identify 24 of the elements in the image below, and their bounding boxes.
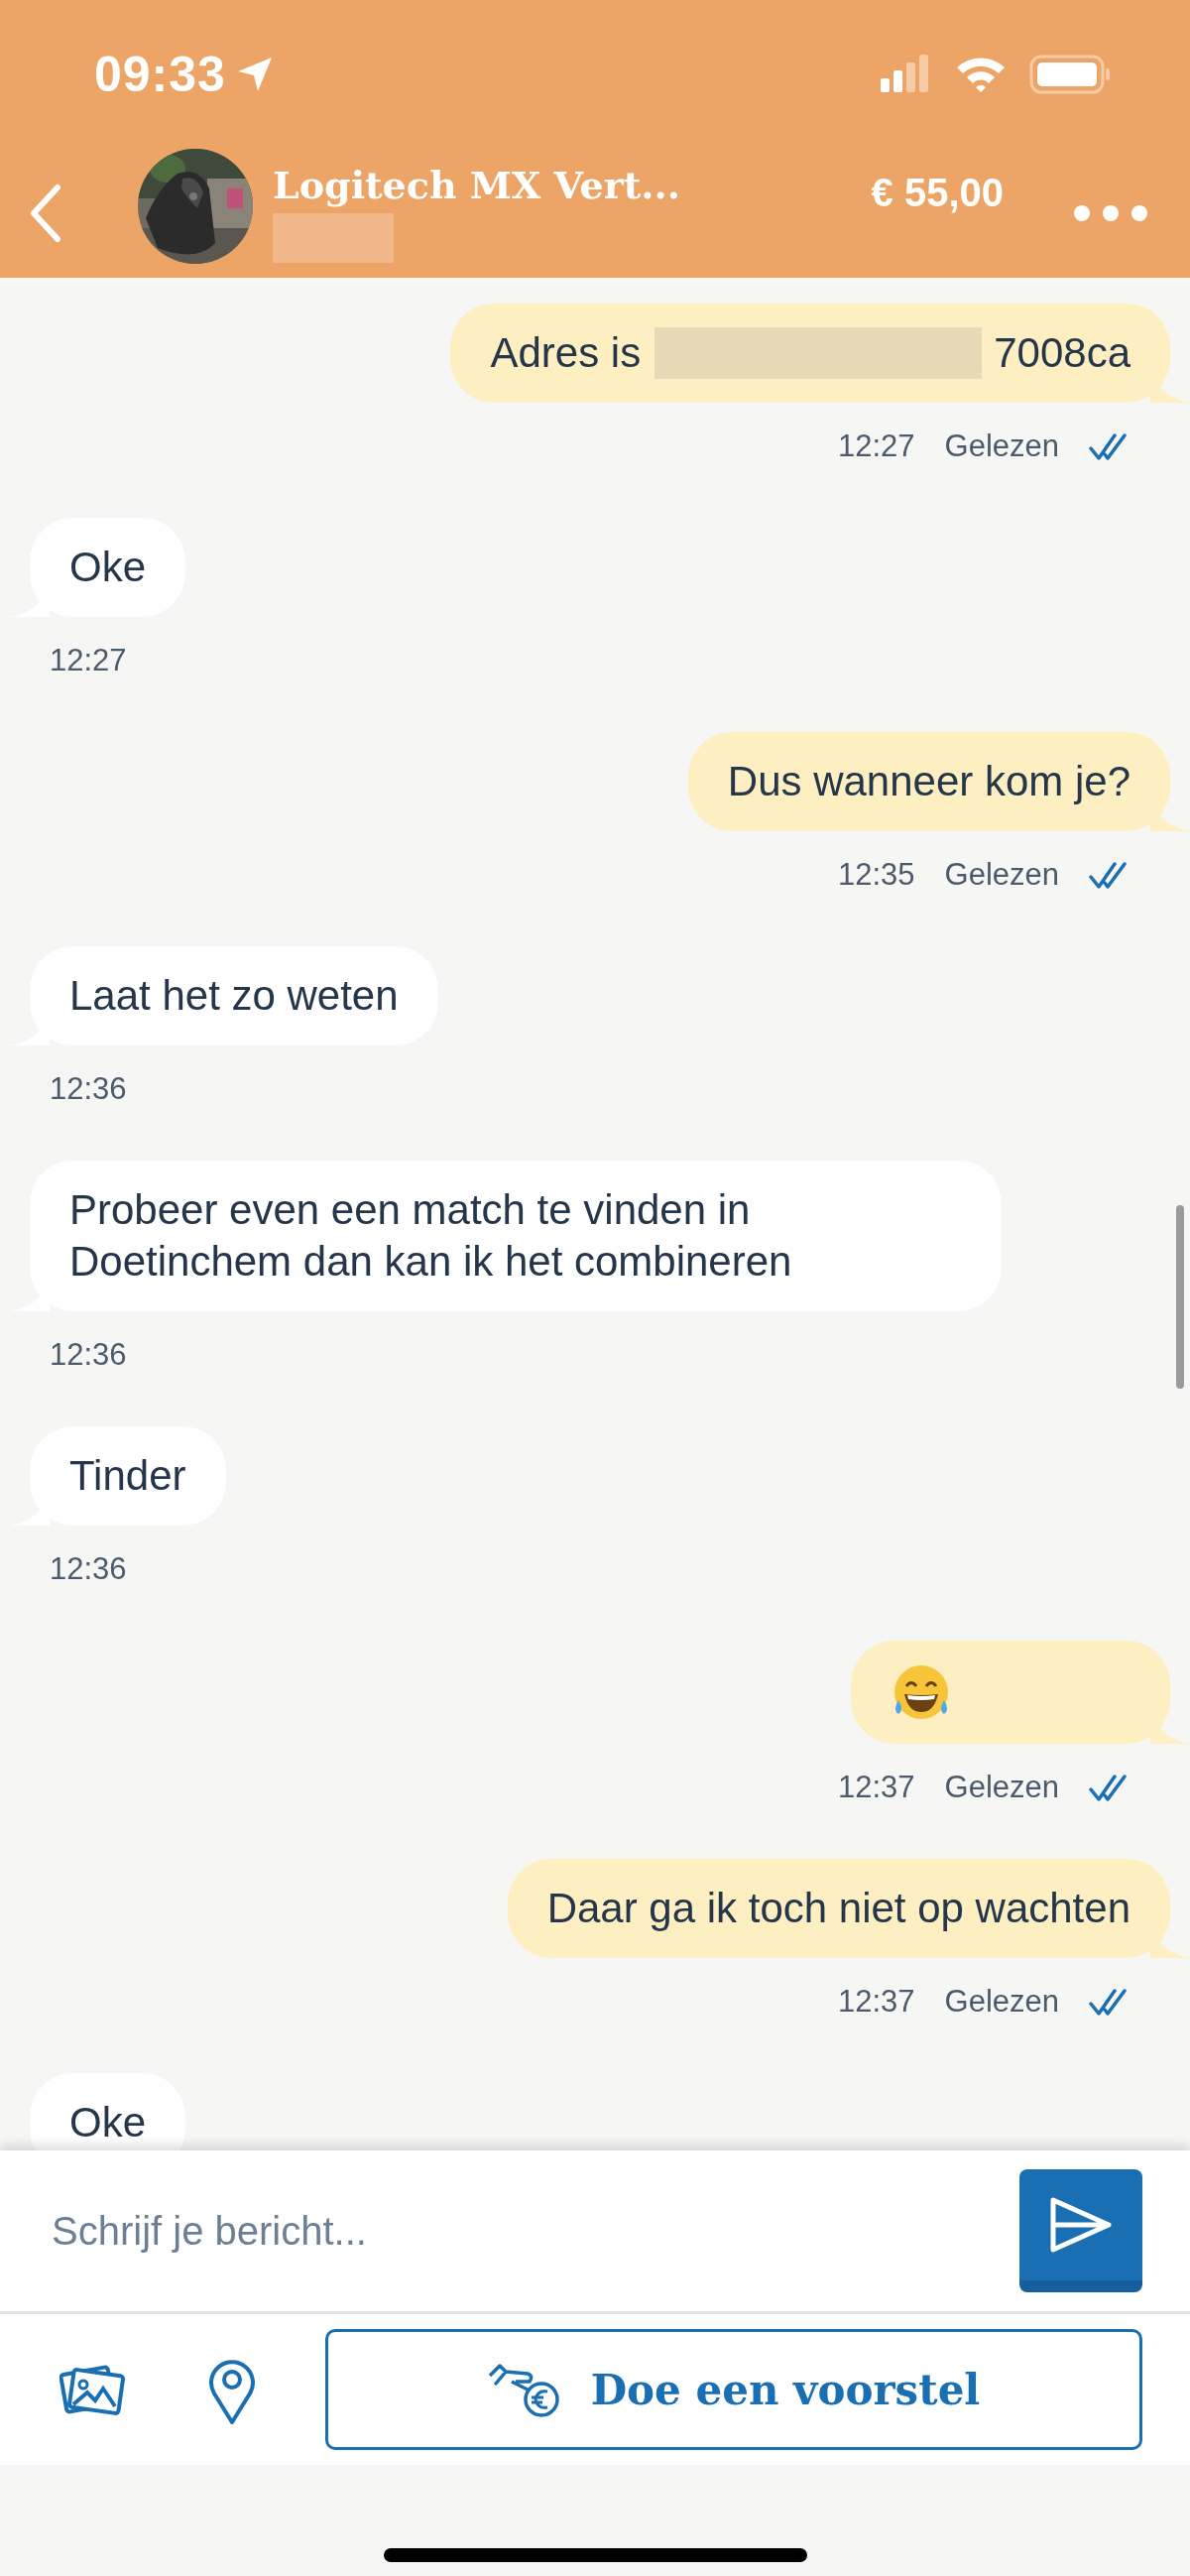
more-icon[interactable]	[1073, 204, 1148, 222]
back-icon[interactable]	[28, 184, 63, 243]
message-time: 12:27	[50, 643, 127, 678]
send-icon	[1048, 2195, 1114, 2255]
clock-time: 09:33	[94, 46, 226, 103]
read-status: Gelezen	[944, 1770, 1059, 1805]
signal-icon	[881, 55, 930, 94]
message-time: 12:37	[837, 1984, 915, 2020]
listing-price: € 55,00	[871, 171, 1004, 215]
read-status: Gelezen	[944, 857, 1059, 893]
message-time: 12:37	[837, 1770, 915, 1805]
battery-icon	[1029, 55, 1111, 94]
gallery-icon[interactable]	[60, 2363, 125, 2416]
hand-coin-icon	[487, 2362, 561, 2417]
read-status: Gelezen	[944, 1984, 1059, 2020]
message-time: 12:36	[50, 1071, 127, 1107]
read-status: Gelezen	[944, 429, 1059, 464]
send-button[interactable]	[1019, 2169, 1142, 2292]
make-offer-button[interactable]: Doe een voorstel	[325, 2329, 1142, 2450]
scrollbar[interactable]	[1176, 1205, 1184, 1389]
message-time: 12:27	[837, 429, 915, 464]
message-time: 12:36	[50, 1337, 127, 1373]
message-time: 12:36	[50, 1551, 127, 1587]
message-time: 12:35	[837, 857, 915, 893]
